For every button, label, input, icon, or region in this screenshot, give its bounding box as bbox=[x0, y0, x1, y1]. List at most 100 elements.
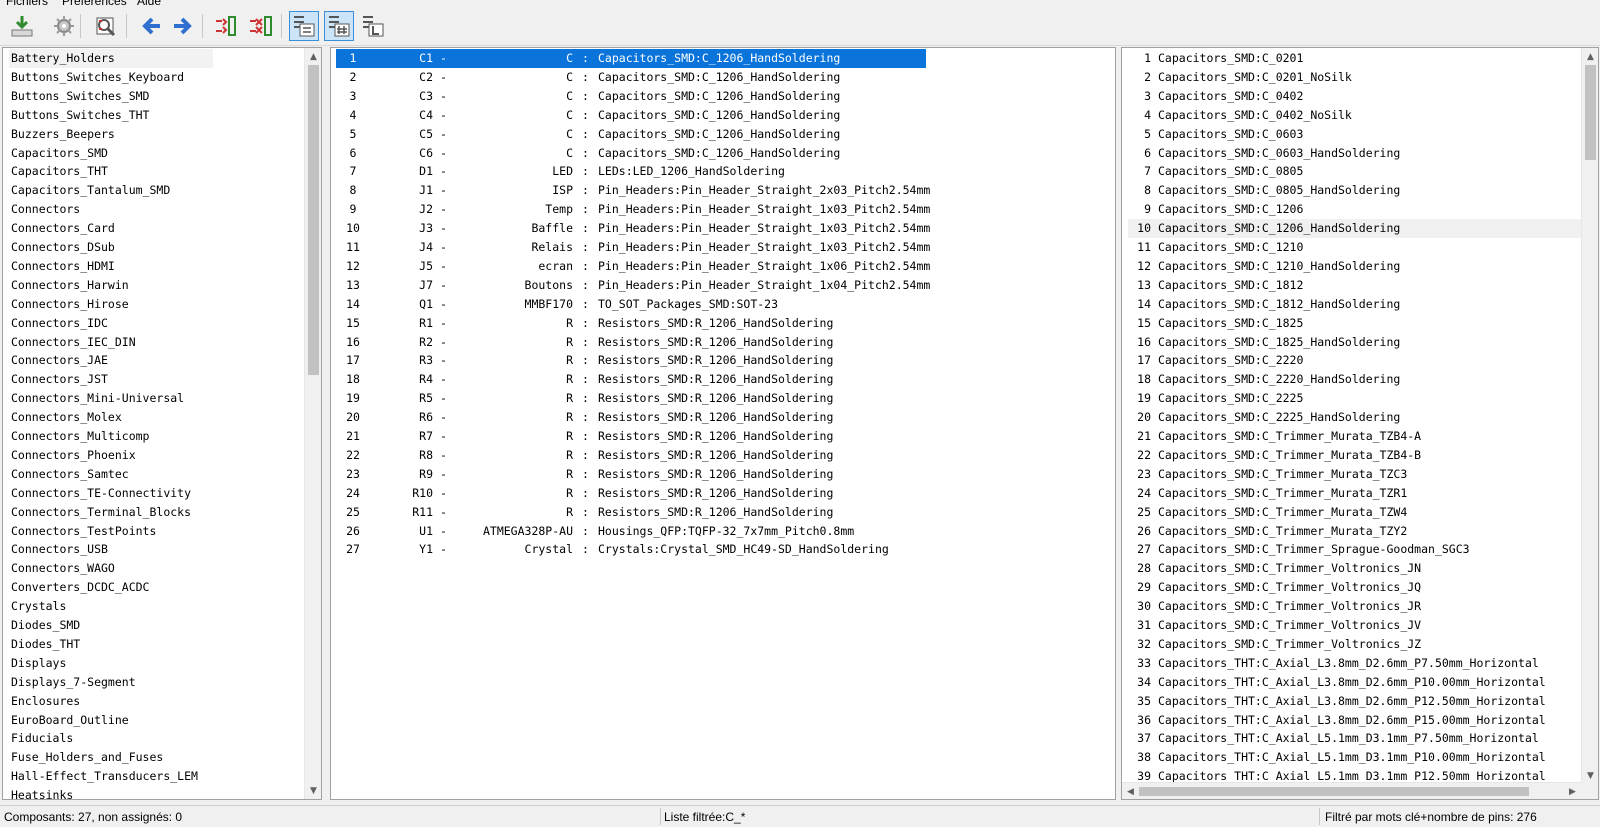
library-item[interactable]: Capacitors_SMD bbox=[9, 144, 213, 163]
footprint-row[interactable]: 18 Capacitors_SMD:C_2220_HandSoldering bbox=[1128, 370, 1588, 389]
library-item[interactable]: Diodes_SMD bbox=[9, 616, 213, 635]
component-row[interactable]: 22 R8- R: Resistors_SMD:R_1206_HandSolderin… bbox=[338, 446, 1115, 465]
scroll-thumb[interactable] bbox=[308, 65, 319, 375]
footprint-row[interactable]: 35 Capacitors_THT:C_Axial_L3.8mm_D2.6mm_P… bbox=[1128, 692, 1588, 711]
footprint-row[interactable]: 31 Capacitors_SMD:C_Trimmer_Voltronics_JV bbox=[1128, 616, 1588, 635]
footprint-row[interactable]: 6 Capacitors_SMD:C_0603_HandSoldering bbox=[1128, 144, 1588, 163]
library-item[interactable]: Connectors_IDC bbox=[9, 314, 213, 333]
library-item[interactable]: Connectors_Multicomp bbox=[9, 427, 213, 446]
footprint-row[interactable]: 28 Capacitors_SMD:C_Trimmer_Voltronics_JN bbox=[1128, 559, 1588, 578]
footprint-row[interactable]: 38 Capacitors_THT:C_Axial_L5.1mm_D3.1mm_P… bbox=[1128, 748, 1588, 767]
component-row[interactable]: 2 C2- C: Capacitors_SMD:C_1206_HandSolderin… bbox=[338, 68, 1115, 87]
footprint-row[interactable]: 27 Capacitors_SMD:C_Trimmer_Sprague-Goodm… bbox=[1128, 540, 1588, 559]
footprint-row[interactable]: 20 Capacitors_SMD:C_2225_HandSoldering bbox=[1128, 408, 1588, 427]
save-button[interactable] bbox=[7, 11, 37, 41]
library-item[interactable]: Connectors_Samtec bbox=[9, 465, 213, 484]
scroll-up-arrow[interactable]: ▲ bbox=[1582, 48, 1598, 65]
footprint-row[interactable]: 17 Capacitors_SMD:C_2220 bbox=[1128, 351, 1588, 370]
library-item[interactable]: Connectors_Mini-Universal bbox=[9, 389, 213, 408]
library-item[interactable]: EuroBoard_Outline bbox=[9, 711, 213, 730]
footprint-row[interactable]: 12 Capacitors_SMD:C_1210_HandSoldering bbox=[1128, 257, 1588, 276]
library-item[interactable]: Diodes_THT bbox=[9, 635, 213, 654]
component-row[interactable]: 23 R9- R: Resistors_SMD:R_1206_HandSolderin… bbox=[338, 465, 1115, 484]
footprint-row[interactable]: 8 Capacitors_SMD:C_0805_HandSoldering bbox=[1128, 181, 1588, 200]
component-row[interactable]: 21 R7- R: Resistors_SMD:R_1206_HandSolderin… bbox=[338, 427, 1115, 446]
scroll-down-arrow[interactable]: ▼ bbox=[305, 782, 321, 799]
footprint-row[interactable]: 30 Capacitors_SMD:C_Trimmer_Voltronics_JR bbox=[1128, 597, 1588, 616]
component-row[interactable]: 27 Y1- Crystal: Crystals:Crystal_SMD_HC49-S… bbox=[338, 540, 1115, 559]
library-item[interactable]: Displays_7-Segment bbox=[9, 673, 213, 692]
library-item[interactable]: Connectors_Card bbox=[9, 219, 213, 238]
library-item[interactable]: Buttons_Switches_THT bbox=[9, 106, 213, 125]
filter-by-library-button[interactable] bbox=[358, 11, 388, 41]
component-row[interactable]: 15 R1- R: Resistors_SMD:R_1206_HandSolderin… bbox=[338, 314, 1115, 333]
component-row[interactable]: 13 J7- Boutons: Pin_Headers:Pin_Header_Stra… bbox=[338, 276, 1115, 295]
component-row[interactable]: 12 J5- ecran: Pin_Headers:Pin_Header_Straig… bbox=[338, 257, 1115, 276]
library-list[interactable]: ▲ ▼ Battery_Holders Buttons_Switches_Keyb… bbox=[2, 47, 322, 800]
scroll-up-arrow[interactable]: ▲ bbox=[305, 48, 321, 65]
footprint-row[interactable]: 1 Capacitors_SMD:C_0201 bbox=[1128, 49, 1588, 68]
component-list[interactable]: 1 C1- C: Capacitors_SMD:C_1206_HandSolderin… bbox=[330, 47, 1116, 800]
component-row[interactable]: 25 R11- R: Resistors_SMD:R_1206_HandSolderi… bbox=[338, 503, 1115, 522]
footprint-row[interactable]: 2 Capacitors_SMD:C_0201_NoSilk bbox=[1128, 68, 1588, 87]
footprint-row[interactable]: 11 Capacitors_SMD:C_1210 bbox=[1128, 238, 1588, 257]
menu-item[interactable]: Fichiers bbox=[6, 0, 48, 8]
library-item[interactable]: Hall-Effect_Transducers_LEM bbox=[9, 767, 213, 786]
footprint-row[interactable]: 21 Capacitors_SMD:C_Trimmer_Murata_TZB4-A bbox=[1128, 427, 1588, 446]
footprint-row[interactable]: 10 Capacitors_SMD:C_1206_HandSoldering bbox=[1128, 219, 1588, 239]
footprint-row[interactable]: 22 Capacitors_SMD:C_Trimmer_Murata_TZB4-B bbox=[1128, 446, 1588, 465]
component-row[interactable]: 24 R10- R: Resistors_SMD:R_1206_HandSolderi… bbox=[338, 484, 1115, 503]
footprint-row[interactable]: 14 Capacitors_SMD:C_1812_HandSoldering bbox=[1128, 295, 1588, 314]
component-row[interactable]: 26 U1- ATMEGA328P-AU: Housings_QFP:TQFP-32_… bbox=[338, 522, 1115, 541]
scroll-thumb[interactable] bbox=[1139, 787, 1529, 796]
footprint-row[interactable]: 16 Capacitors_SMD:C_1825_HandSoldering bbox=[1128, 333, 1588, 352]
auto-associate-button[interactable] bbox=[212, 11, 242, 41]
menu-item[interactable]: Préférences bbox=[62, 0, 127, 8]
footprint-row[interactable]: 33 Capacitors_THT:C_Axial_L3.8mm_D2.6mm_P… bbox=[1128, 654, 1588, 673]
library-item[interactable]: Connectors_JST bbox=[9, 370, 213, 389]
footprint-row[interactable]: 7 Capacitors_SMD:C_0805 bbox=[1128, 162, 1588, 181]
library-item[interactable]: Capacitors_THT bbox=[9, 162, 213, 181]
footprint-row[interactable]: 9 Capacitors_SMD:C_1206 bbox=[1128, 200, 1588, 219]
footprint-row[interactable]: 19 Capacitors_SMD:C_2225 bbox=[1128, 389, 1588, 408]
library-item[interactable]: Connectors bbox=[9, 200, 213, 219]
footprint-row[interactable]: 32 Capacitors_SMD:C_Trimmer_Voltronics_JZ bbox=[1128, 635, 1588, 654]
library-item[interactable]: Connectors_WAGO bbox=[9, 559, 213, 578]
component-row[interactable]: 14 Q1- MMBF170: TO_SOT_Packages_SMD:SOT-23 bbox=[338, 295, 1115, 314]
library-item[interactable]: Connectors_Molex bbox=[9, 408, 213, 427]
library-item[interactable]: Buttons_Switches_Keyboard bbox=[9, 68, 213, 87]
filter-by-keywords-button[interactable] bbox=[289, 11, 319, 41]
library-item[interactable]: Fiducials bbox=[9, 729, 213, 748]
component-row[interactable]: 16 R2- R: Resistors_SMD:R_1206_HandSolderin… bbox=[338, 333, 1115, 352]
library-item[interactable]: Connectors_Terminal_Blocks bbox=[9, 503, 213, 522]
settings-button[interactable] bbox=[49, 11, 79, 41]
footprint-row[interactable]: 24 Capacitors_SMD:C_Trimmer_Murata_TZR1 bbox=[1128, 484, 1588, 503]
filter-by-pin-count-button[interactable] bbox=[324, 11, 354, 41]
component-row[interactable]: 10 J3- Baffle: Pin_Headers:Pin_Header_Strai… bbox=[338, 219, 1115, 238]
footprint-row[interactable]: 37 Capacitors_THT:C_Axial_L5.1mm_D3.1mm_P… bbox=[1128, 729, 1588, 748]
footprint-row[interactable]: 3 Capacitors_SMD:C_0402 bbox=[1128, 87, 1588, 106]
footprint-row[interactable]: 5 Capacitors_SMD:C_0603 bbox=[1128, 125, 1588, 144]
component-row[interactable]: 20 R6- R: Resistors_SMD:R_1206_HandSolderin… bbox=[338, 408, 1115, 427]
footprint-viewer-button[interactable] bbox=[90, 11, 120, 41]
footprint-row[interactable]: 13 Capacitors_SMD:C_1812 bbox=[1128, 276, 1588, 295]
footprint-row[interactable]: 23 Capacitors_SMD:C_Trimmer_Murata_TZC3 bbox=[1128, 465, 1588, 484]
component-row[interactable]: 19 R5- R: Resistors_SMD:R_1206_HandSolderin… bbox=[338, 389, 1115, 408]
library-item[interactable]: Battery_Holders bbox=[9, 49, 213, 68]
component-row[interactable]: 11 J4- Relais: Pin_Headers:Pin_Header_Strai… bbox=[338, 238, 1115, 257]
component-row[interactable]: 6 C6- C: Capacitors_SMD:C_1206_HandSolderin… bbox=[338, 144, 1115, 163]
library-item[interactable]: Enclosures bbox=[9, 692, 213, 711]
library-item[interactable]: Connectors_HDMI bbox=[9, 257, 213, 276]
library-item[interactable]: Connectors_USB bbox=[9, 540, 213, 559]
footprint-row[interactable]: 4 Capacitors_SMD:C_0402_NoSilk bbox=[1128, 106, 1588, 125]
scroll-right-arrow[interactable]: ▶ bbox=[1564, 783, 1581, 799]
library-item[interactable]: Connectors_JAE bbox=[9, 351, 213, 370]
footprint-list-vscrollbar[interactable]: ▲ ▼ bbox=[1581, 48, 1598, 784]
scroll-thumb[interactable] bbox=[1585, 65, 1596, 160]
library-item[interactable]: Fuse_Holders_and_Fuses bbox=[9, 748, 213, 767]
footprint-row[interactable]: 34 Capacitors_THT:C_Axial_L3.8mm_D2.6mm_P… bbox=[1128, 673, 1588, 692]
library-item[interactable]: Buzzers_Beepers bbox=[9, 125, 213, 144]
footprint-list-hscrollbar[interactable]: ◀ ▶ bbox=[1122, 782, 1581, 799]
library-item[interactable]: Crystals bbox=[9, 597, 213, 616]
library-item[interactable]: Heatsinks bbox=[9, 786, 213, 799]
